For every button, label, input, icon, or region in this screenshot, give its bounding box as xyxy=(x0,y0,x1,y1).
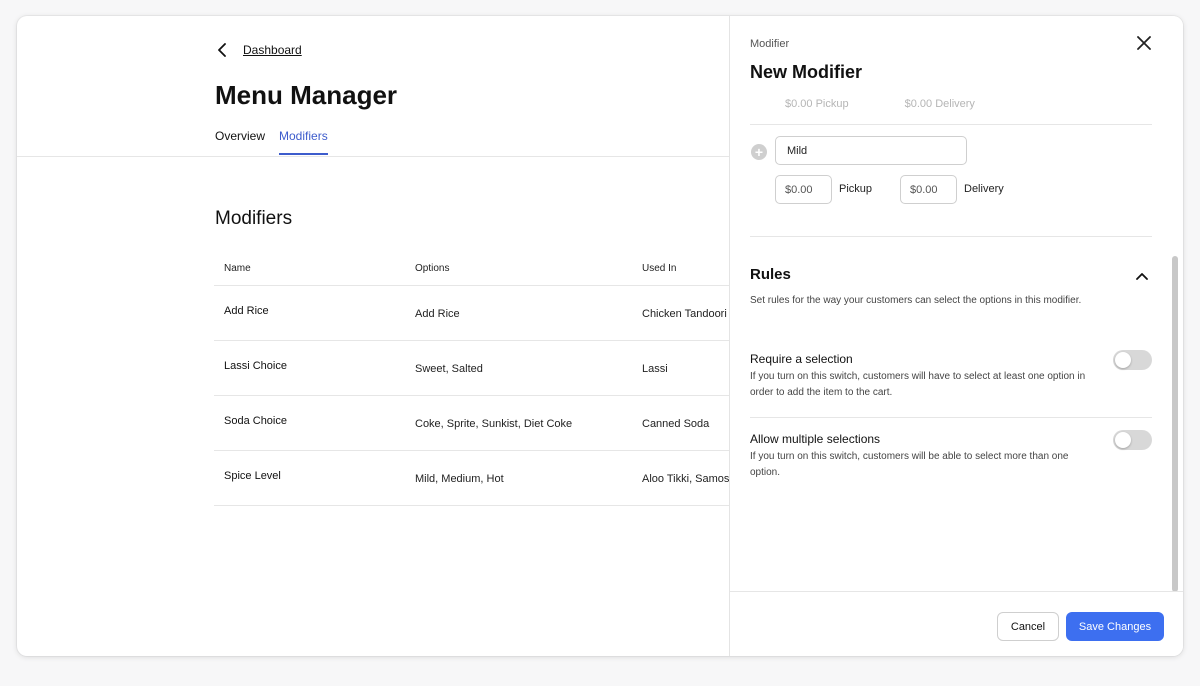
previous-pickup-price: $0.00 Pickup xyxy=(785,98,849,110)
footer-divider xyxy=(730,591,1183,592)
modifier-options: Mild, Medium, Hot xyxy=(415,473,504,485)
table-header: Name Options Used In xyxy=(214,252,734,286)
close-drawer-button[interactable] xyxy=(1135,35,1153,55)
rules-heading: Rules xyxy=(750,266,791,283)
modifier-name: Add Rice xyxy=(224,305,269,317)
tab-modifiers[interactable]: Modifiers xyxy=(279,129,328,155)
table-row[interactable]: Soda Choice Coke, Sprite, Sunkist, Diet … xyxy=(214,396,734,451)
menu-manager-page: Dashboard Menu Manager Overview Modifier… xyxy=(17,16,734,656)
require-selection-toggle[interactable] xyxy=(1113,350,1152,370)
pickup-price-input[interactable] xyxy=(775,175,832,204)
pickup-label: Pickup xyxy=(839,183,873,195)
rules-description: Set rules for the way your customers can… xyxy=(750,295,1082,306)
modifier-used-in: Aloo Tikki, Samosa xyxy=(642,473,734,485)
page-title: Menu Manager xyxy=(215,80,398,110)
modifier-used-in: Canned Soda xyxy=(642,418,710,430)
save-changes-button[interactable]: Save Changes xyxy=(1066,612,1164,641)
drawer-kicker: Modifier xyxy=(750,38,790,50)
option-name-input[interactable] xyxy=(775,136,967,165)
dashboard-link[interactable]: Dashboard xyxy=(243,43,302,57)
require-selection-description: If you turn on this switch, customers wi… xyxy=(750,371,1086,398)
option-divider xyxy=(750,124,1152,125)
close-icon xyxy=(1137,35,1151,55)
allow-multiple-toggle[interactable] xyxy=(1113,430,1152,450)
app-window: Dashboard Menu Manager Overview Modifier… xyxy=(17,16,1183,656)
allow-multiple-title: Allow multiple selections xyxy=(750,432,881,446)
cancel-button[interactable]: Cancel xyxy=(997,612,1059,641)
allow-multiple-description: If you turn on this switch, customers wi… xyxy=(750,451,1069,478)
toggle-knob xyxy=(1115,432,1131,448)
column-header-used-in: Used In xyxy=(642,263,677,274)
require-selection-title: Require a selection xyxy=(750,352,853,366)
settings-divider xyxy=(750,417,1152,418)
drawer-title: New Modifier xyxy=(750,62,863,82)
chevron-left-icon[interactable] xyxy=(217,42,231,58)
table-row[interactable]: Add Rice Add Rice Chicken Tandoori xyxy=(214,286,734,341)
modifier-options: Add Rice xyxy=(415,308,460,320)
toggle-knob xyxy=(1115,352,1131,368)
previous-delivery-price: $0.00 Delivery xyxy=(904,98,975,110)
delivery-label: Delivery xyxy=(964,183,1004,195)
modifier-name: Soda Choice xyxy=(224,415,287,427)
delivery-price-input[interactable] xyxy=(900,175,957,204)
column-header-name: Name xyxy=(224,263,251,274)
add-option-icon[interactable]: + xyxy=(751,144,767,160)
modifier-options: Coke, Sprite, Sunkist, Diet Coke xyxy=(415,418,573,430)
column-header-options: Options xyxy=(415,263,450,274)
new-modifier-drawer: Modifier New Modifier $0.00 Pickup $0.00… xyxy=(729,16,1183,656)
modifier-used-in: Lassi xyxy=(642,363,668,375)
modifier-options: Sweet, Salted xyxy=(415,363,483,375)
previous-option-prices: $0.00 Pickup $0.00 Delivery xyxy=(785,98,975,110)
table-row[interactable]: Spice Level Mild, Medium, Hot Aloo Tikki… xyxy=(214,451,734,506)
modifiers-heading: Modifiers xyxy=(215,208,293,229)
chevron-up-icon[interactable] xyxy=(1134,268,1150,284)
tab-overview[interactable]: Overview xyxy=(215,129,265,155)
modifier-name: Spice Level xyxy=(224,470,281,482)
breadcrumb: Dashboard xyxy=(217,42,302,58)
modifier-name: Lassi Choice xyxy=(224,360,287,372)
modifier-used-in: Chicken Tandoori xyxy=(642,308,727,320)
page-tabs: Overview Modifiers xyxy=(215,129,328,155)
tabs-divider xyxy=(17,156,729,157)
modifiers-table: Name Options Used In Add Rice Add Rice C… xyxy=(214,252,734,506)
table-row[interactable]: Lassi Choice Sweet, Salted Lassi xyxy=(214,341,734,396)
drawer-scrollbar[interactable] xyxy=(1172,256,1178,592)
options-divider xyxy=(750,236,1152,237)
